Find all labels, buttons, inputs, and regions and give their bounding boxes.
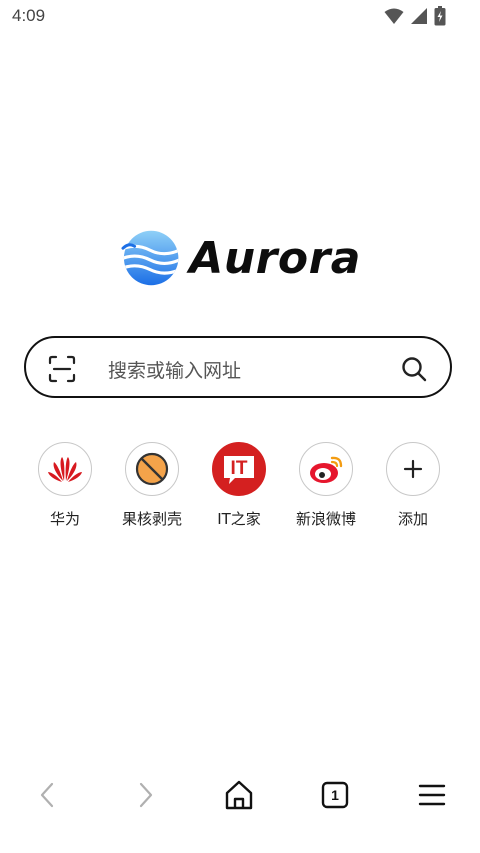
status-time: 4:09 bbox=[12, 6, 46, 25]
home-icon[interactable] bbox=[222, 778, 256, 812]
plus-icon bbox=[386, 442, 440, 496]
shortcut-label: 添加 bbox=[397, 510, 428, 528]
search-bar[interactable]: 搜索或输入网址 bbox=[24, 336, 452, 398]
menu-icon[interactable] bbox=[415, 778, 449, 812]
search-input[interactable]: 搜索或输入网址 bbox=[108, 356, 241, 383]
aurora-logo-icon bbox=[121, 230, 179, 286]
shortcut-label: IT之家 bbox=[217, 510, 261, 528]
guohe-logo-icon bbox=[125, 442, 179, 496]
shortcut-label: 华为 bbox=[49, 510, 80, 528]
shortcut-add[interactable]: 添加 bbox=[369, 442, 457, 529]
huawei-logo-icon bbox=[38, 442, 92, 496]
scan-icon[interactable] bbox=[48, 355, 76, 383]
tabs-count: 1 bbox=[331, 787, 339, 803]
battery-charging-icon bbox=[434, 6, 446, 26]
shortcut-huawei[interactable]: 华为 bbox=[21, 442, 109, 529]
search-icon[interactable] bbox=[400, 355, 428, 383]
weibo-logo-icon bbox=[299, 442, 353, 496]
status-icons bbox=[384, 6, 446, 26]
wifi-icon bbox=[384, 7, 404, 25]
shortcut-label: 新浪微博 bbox=[295, 510, 356, 528]
bottom-navigation: 1 bbox=[0, 770, 480, 820]
status-bar: 4:09 bbox=[0, 0, 480, 32]
forward-icon[interactable] bbox=[128, 778, 162, 812]
shortcut-ithome[interactable]: IT IT之家 bbox=[195, 442, 283, 529]
cellular-signal-icon bbox=[410, 7, 428, 25]
aurora-logo: Aurora bbox=[121, 228, 361, 288]
tabs-icon[interactable]: 1 bbox=[318, 778, 352, 812]
aurora-logo-text: Aurora bbox=[189, 232, 361, 284]
ithome-icon-text: IT bbox=[231, 458, 248, 479]
shortcut-weibo[interactable]: 新浪微博 bbox=[282, 442, 370, 529]
shortcut-guohe[interactable]: 果核剥壳 bbox=[108, 442, 196, 529]
ithome-logo-icon: IT bbox=[212, 442, 266, 496]
shortcuts-grid: 华为 果核剥壳 IT IT之家 新浪微博 添加 bbox=[0, 442, 480, 542]
back-icon[interactable] bbox=[31, 778, 65, 812]
shortcut-label: 果核剥壳 bbox=[121, 510, 182, 528]
